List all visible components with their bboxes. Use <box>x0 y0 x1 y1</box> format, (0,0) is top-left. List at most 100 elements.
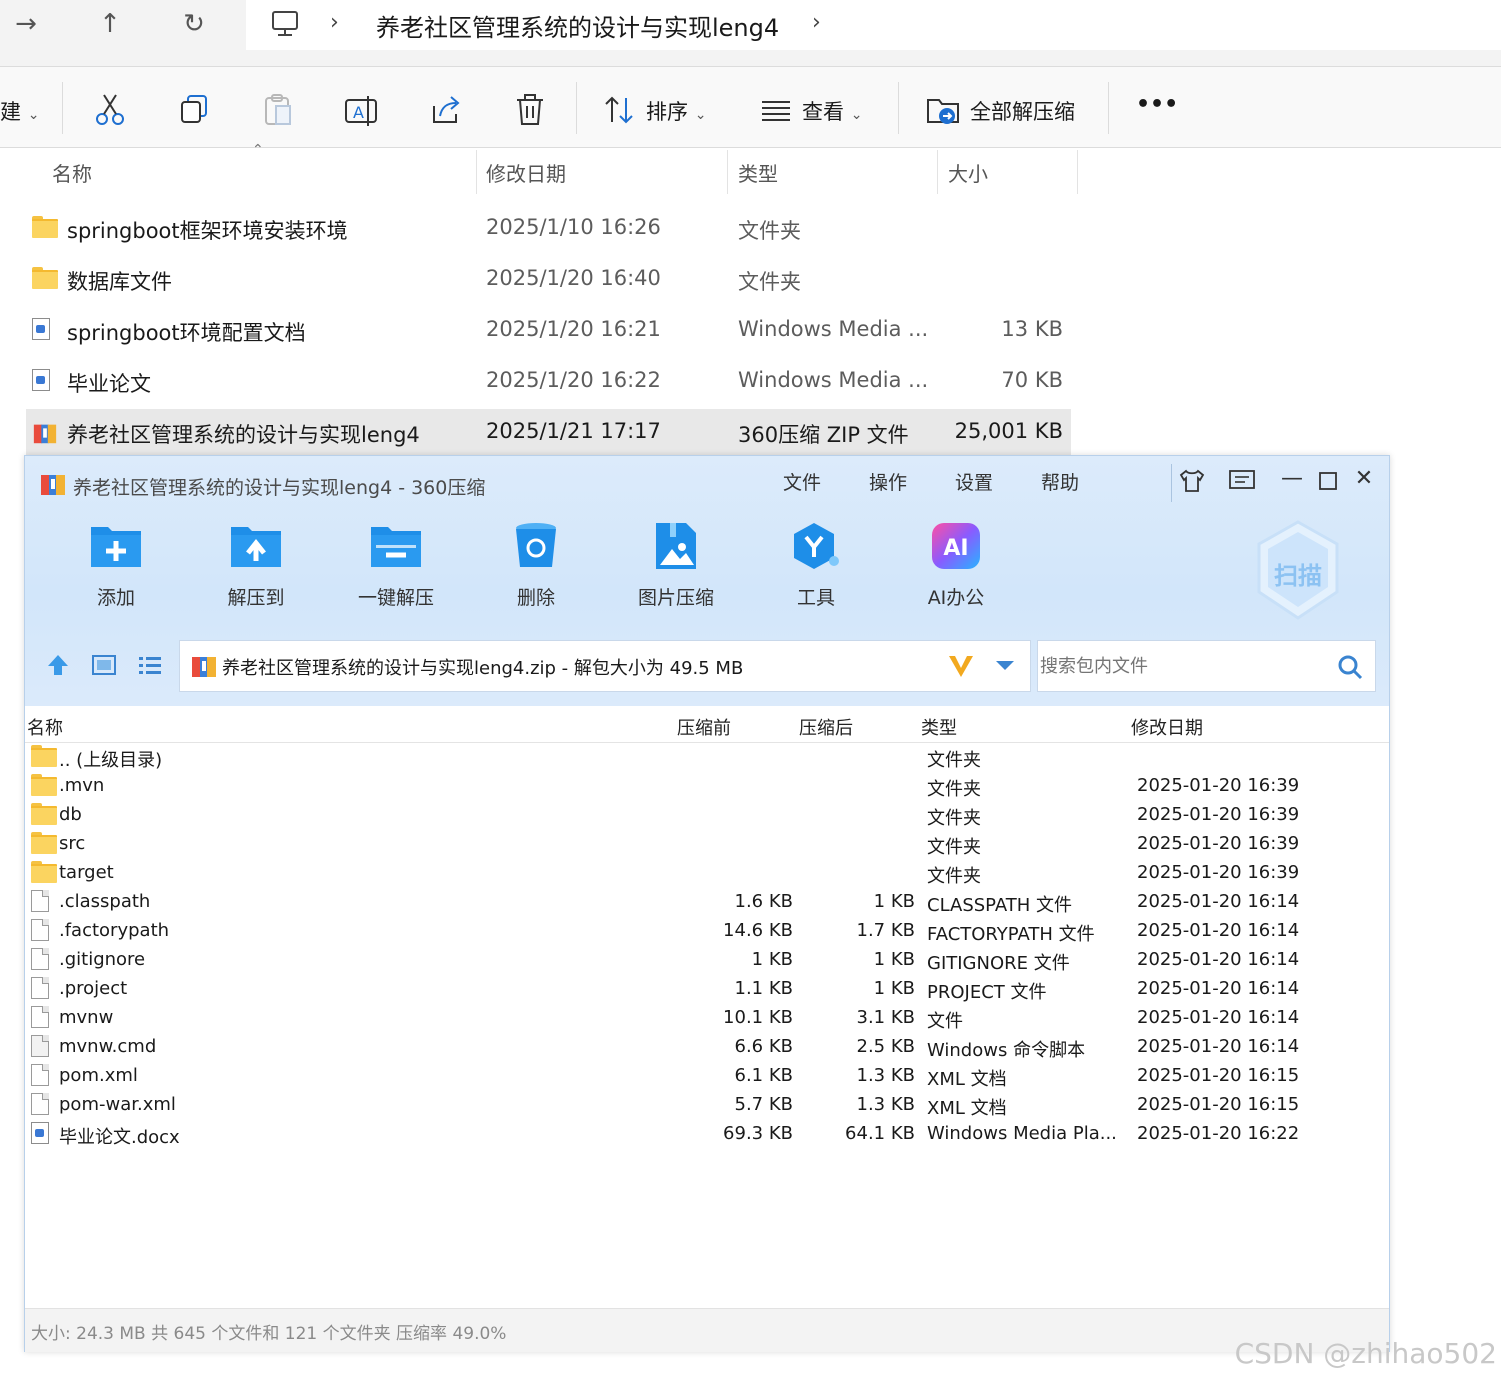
extract-all-button[interactable]: 全部解压缩 <box>970 96 1075 126</box>
delete-button[interactable]: 删除 <box>481 521 591 610</box>
chevron-right-icon[interactable]: › <box>812 10 821 35</box>
zip-column-header-type[interactable]: 类型 <box>921 714 957 740</box>
explorer-file-row[interactable]: 数据库文件 2025/1/20 16:40 文件夹 <box>26 256 1071 304</box>
zip-file-row[interactable]: .. (上级目录) 文件夹 <box>25 742 1389 771</box>
add-icon <box>91 527 141 567</box>
menu-file[interactable]: 文件 <box>783 468 821 495</box>
list-view-icon[interactable] <box>137 654 163 676</box>
zip-file-row[interactable]: pom.xml 6.1 KB 1.3 KB XML 文档 2025-01-20 16:1… <box>25 1061 1389 1090</box>
zip-file-type: GITIGNORE 文件 <box>927 953 1070 974</box>
cut-icon[interactable] <box>90 92 130 128</box>
zip-file-row[interactable]: 毕业论文.docx 69.3 KB 64.1 KB Windows Media Pla… <box>25 1119 1389 1148</box>
new-button[interactable]: 建 ⌄ <box>0 96 39 126</box>
column-header-name[interactable]: 名称 <box>52 158 92 187</box>
archive-path-field[interactable]: 养老社区管理系统的设计与实现leng4.zip - 解包大小为 49.5 MB <box>179 640 1031 692</box>
zip-file-row[interactable]: pom-war.xml 5.7 KB 1.3 KB XML 文档 2025-01-20 … <box>25 1090 1389 1119</box>
search-icon[interactable] <box>1336 653 1364 681</box>
sort-button[interactable]: 排序 ⌄ <box>646 96 706 126</box>
zip-file-row[interactable]: .project 1.1 KB 1 KB PROJECT 文件 2025-01-20 1… <box>25 974 1389 1003</box>
address-path: 养老社区管理系统的设计与实现leng4 <box>376 14 780 42</box>
add-button[interactable]: 添加 <box>61 521 171 610</box>
column-header-type[interactable]: 类型 <box>738 158 778 187</box>
minimize-button[interactable]: — <box>1277 466 1307 491</box>
folder-icon <box>31 745 57 767</box>
zip-file-after: 1.3 KB <box>856 1065 916 1086</box>
feedback-icon[interactable] <box>1227 468 1257 494</box>
file-icon <box>31 1093 49 1115</box>
up-level-icon[interactable] <box>45 652 71 678</box>
refresh-icon[interactable]: ↻ <box>174 8 214 40</box>
zip-file-modified: 2025-01-20 16:15 <box>1137 1094 1300 1115</box>
zip-column-header-after[interactable]: 压缩后 <box>799 714 853 740</box>
paste-icon[interactable] <box>258 92 298 128</box>
explorer-file-row[interactable]: springboot框架环境安装环境 2025/1/10 16:26 文件夹 <box>26 205 1071 253</box>
zip-file-modified: 2025-01-20 16:39 <box>1137 862 1300 883</box>
chevron-down-icon[interactable] <box>994 659 1016 673</box>
zip-column-header-before[interactable]: 压缩前 <box>677 714 731 740</box>
extract-to-button[interactable]: 解压到 <box>201 521 311 610</box>
maximize-button[interactable] <box>1317 470 1339 492</box>
scan-button[interactable]: 扫描 <box>1253 518 1343 622</box>
sort-icon[interactable] <box>600 92 640 128</box>
zip-file-after: 3.1 KB <box>856 1007 916 1028</box>
search-input[interactable] <box>1038 641 1332 691</box>
zip-file-row[interactable]: mvnw.cmd 6.6 KB 2.5 KB Windows 命令脚本 2025-01-… <box>25 1032 1389 1061</box>
media-file-icon <box>32 318 50 340</box>
zip-file-row[interactable]: .factorypath 14.6 KB 1.7 KB FACTORYPATH 文件 2… <box>25 916 1389 945</box>
chevron-right-icon[interactable]: › <box>330 10 339 35</box>
file-name: 数据库文件 <box>67 270 172 294</box>
up-arrow-icon[interactable]: ↑ <box>90 8 130 40</box>
close-button[interactable]: ✕ <box>1349 466 1379 491</box>
forward-arrow-icon[interactable]: → <box>6 8 46 40</box>
zip-column-header-modified[interactable]: 修改日期 <box>1131 714 1203 740</box>
file-icon <box>31 919 49 941</box>
zip-file-name: .gitignore <box>59 949 146 970</box>
menu-operation[interactable]: 操作 <box>869 468 907 495</box>
zip-file-row[interactable]: .classpath 1.6 KB 1 KB CLASSPATH 文件 2025-01-… <box>25 887 1389 916</box>
skin-shirt-icon[interactable] <box>1177 468 1207 494</box>
zip-file-type: 文件夹 <box>927 808 981 829</box>
ai-office-button[interactable]: AI AI办公 <box>901 521 1011 610</box>
menu-settings[interactable]: 设置 <box>955 468 993 495</box>
svg-text:A: A <box>353 103 364 122</box>
zip-file-name: mvnw.cmd <box>59 1036 157 1057</box>
zip-file-modified: 2025-01-20 16:14 <box>1137 949 1300 970</box>
more-options-button[interactable]: ••• <box>1136 92 1178 117</box>
tools-button[interactable]: 工具 <box>761 521 871 610</box>
view-button[interactable]: 查看 ⌄ <box>802 96 862 126</box>
file-name: 毕业论文 <box>67 372 151 396</box>
share-icon[interactable] <box>426 92 466 128</box>
file-icon <box>31 1006 49 1028</box>
view-icon[interactable] <box>756 92 796 128</box>
zip-file-name: target <box>59 862 114 883</box>
zip-file-after: 1 KB <box>873 949 915 970</box>
zip-file-row[interactable]: src 文件夹 2025-01-20 16:39 <box>25 829 1389 858</box>
zip-file-row[interactable]: mvnw 10.1 KB 3.1 KB 文件 2025-01-20 16:14 <box>25 1003 1389 1032</box>
explorer-file-row[interactable]: springboot环境配置文档 2025/1/20 16:21 Windows M… <box>26 307 1071 355</box>
explorer-file-row[interactable]: 毕业论文 2025/1/20 16:22 Windows Media ... 70 K… <box>26 358 1071 406</box>
delete-icon[interactable] <box>510 92 550 128</box>
zip-file-row[interactable]: .mvn 文件夹 2025-01-20 16:39 <box>25 771 1389 800</box>
file-icon <box>31 948 49 970</box>
one-click-extract-button[interactable]: 一键解压 <box>341 521 451 610</box>
zip-column-header-name[interactable]: 名称 <box>27 714 63 740</box>
zip-file-name: .project <box>59 978 128 999</box>
extract-all-icon[interactable] <box>924 92 964 128</box>
rename-icon[interactable]: A <box>342 92 382 128</box>
zip-file-row[interactable]: .gitignore 1 KB 1 KB GITIGNORE 文件 2025-01-20… <box>25 945 1389 974</box>
explorer-file-row[interactable]: 养老社区管理系统的设计与实现leng4 2025/1/21 17:17 360压缩 … <box>26 409 1071 457</box>
column-header-modified[interactable]: 修改日期 <box>486 158 566 187</box>
zip-file-after: 64.1 KB <box>845 1123 915 1144</box>
zip-file-before: 5.7 KB <box>734 1094 794 1115</box>
image-compress-button[interactable]: 图片压缩 <box>621 521 731 610</box>
zip-file-type: 文件 <box>927 1011 963 1032</box>
menu-help[interactable]: 帮助 <box>1041 468 1079 495</box>
zip-file-before: 6.6 KB <box>734 1036 794 1057</box>
thumbnail-view-icon[interactable] <box>91 654 117 676</box>
v-logo-icon[interactable] <box>946 653 976 679</box>
zip-file-type: 文件夹 <box>927 779 981 800</box>
zip-file-row[interactable]: db 文件夹 2025-01-20 16:39 <box>25 800 1389 829</box>
column-header-size[interactable]: 大小 <box>948 158 988 187</box>
zip-file-row[interactable]: target 文件夹 2025-01-20 16:39 <box>25 858 1389 887</box>
copy-icon[interactable] <box>174 92 214 128</box>
